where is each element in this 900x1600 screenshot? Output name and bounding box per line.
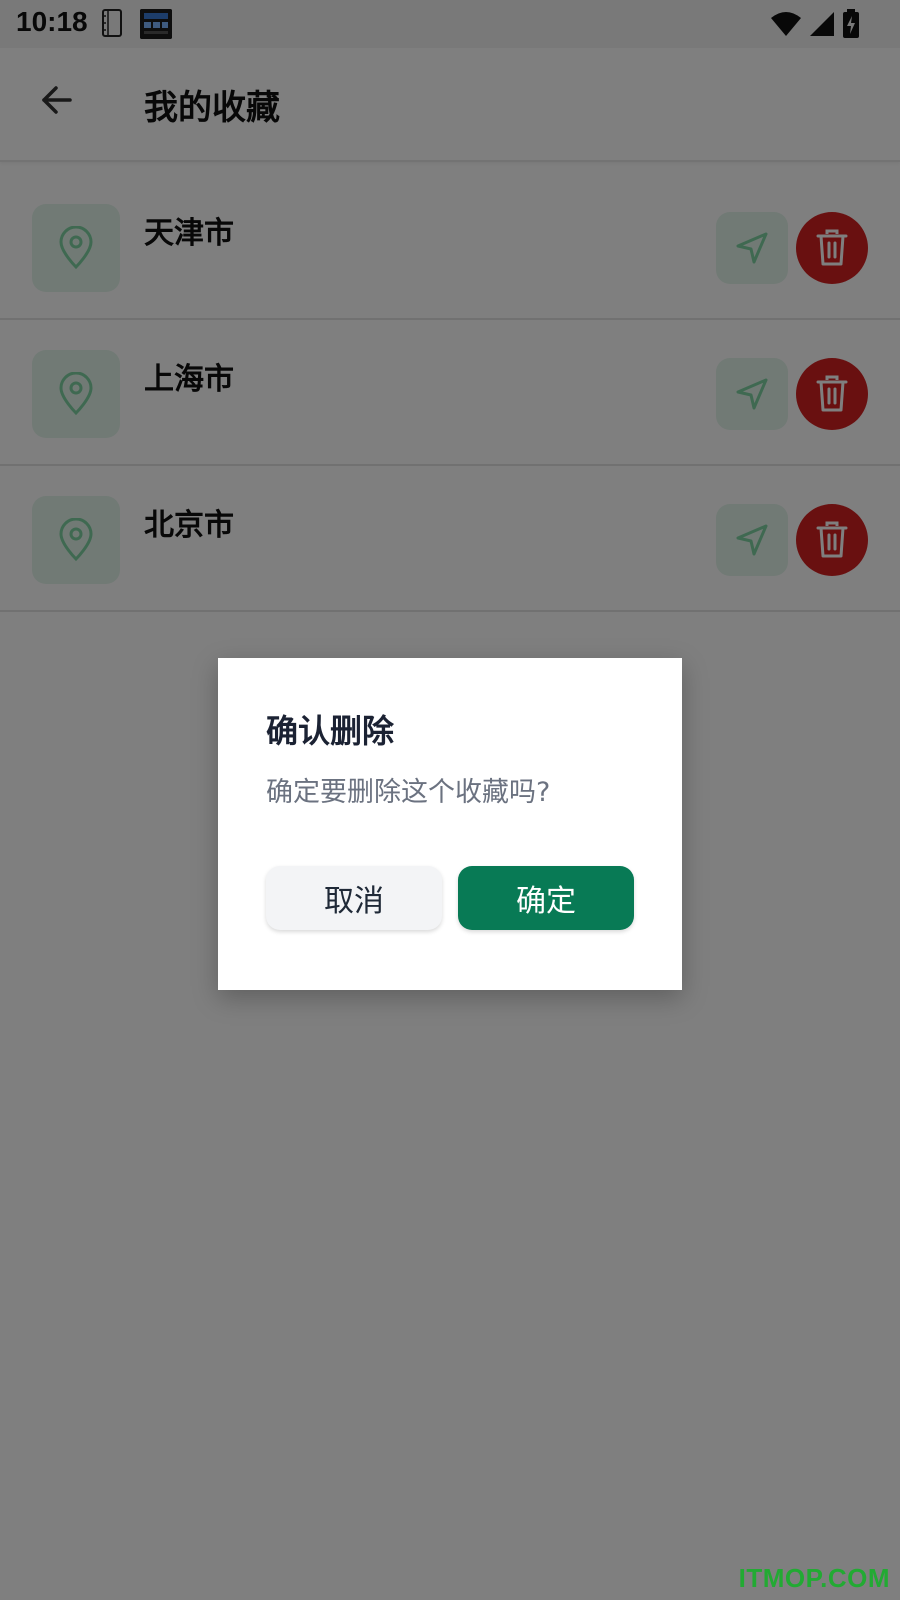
- confirm-button[interactable]: 确定: [458, 866, 634, 930]
- cancel-button[interactable]: 取消: [266, 866, 442, 930]
- dialog-message: 确定要删除这个收藏吗?: [266, 777, 551, 808]
- dialog-title: 确认删除: [266, 712, 395, 750]
- confirm-delete-dialog: 确认删除 确定要删除这个收藏吗? 取消 确定: [218, 658, 682, 990]
- watermark: ITMOP.COM: [738, 1563, 890, 1593]
